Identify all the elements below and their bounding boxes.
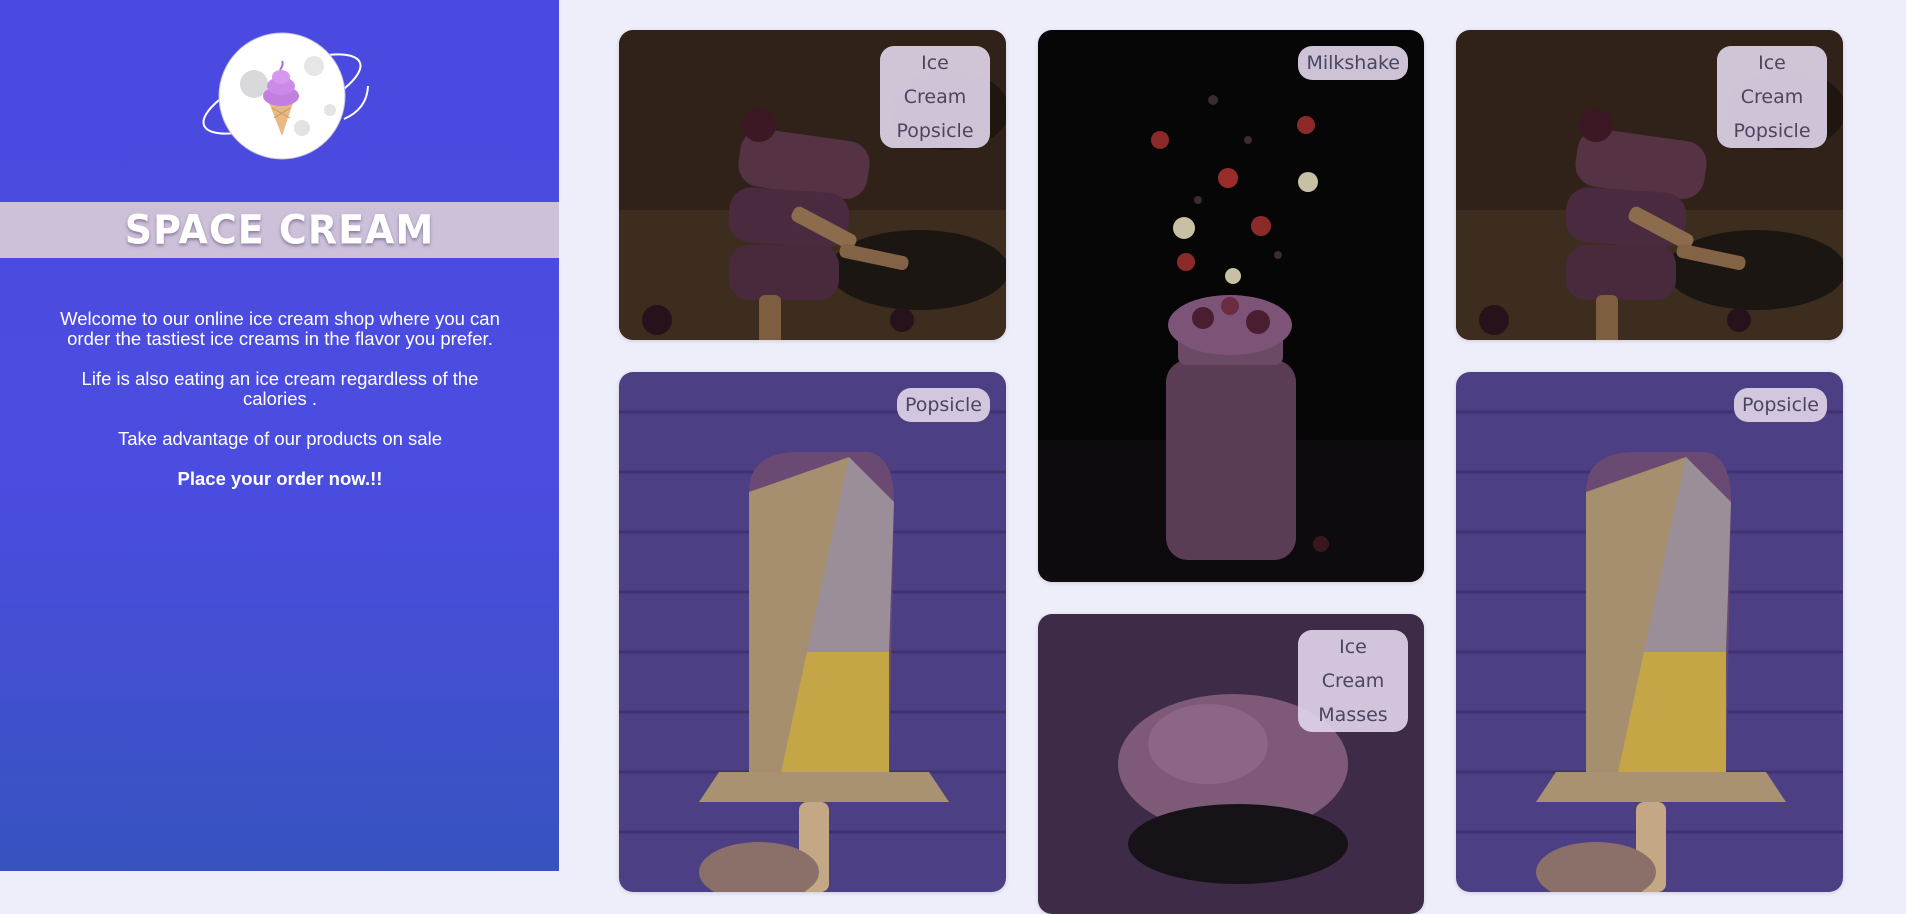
product-card-milkshake[interactable]: Milkshake	[1038, 30, 1424, 582]
product-tag: Popsicle	[896, 388, 990, 422]
berry-milkshake-image	[1038, 30, 1424, 582]
intro-text: Welcome to our online ice cream shop whe…	[60, 309, 500, 509]
sidebar: SPACE CREAM Welcome to our online ice cr…	[0, 0, 559, 871]
brand-banner: SPACE CREAM	[0, 202, 559, 258]
nut-popsicle-image	[1456, 372, 1843, 892]
order-cta: Place your order now.!!	[177, 468, 383, 489]
brand-title: SPACE CREAM	[124, 206, 435, 254]
intro-paragraph-sale: Take advantage of our products on sale	[118, 428, 442, 449]
intro-paragraph-calories: Life is also eating an ice cream regardl…	[81, 368, 479, 409]
nut-popsicle-image	[619, 372, 1006, 892]
product-card-ice-cream-popsicle[interactable]: Ice Cream Popsicle	[1456, 30, 1843, 340]
product-card-popsicle[interactable]: Popsicle	[619, 372, 1006, 892]
product-tag: Milkshake	[1298, 46, 1408, 80]
product-card-popsicle[interactable]: Popsicle	[1456, 372, 1843, 892]
ice-cream-planet-logo[interactable]	[192, 24, 372, 164]
product-card-ice-cream-masses[interactable]: Ice Cream Masses	[1038, 614, 1424, 914]
product-tag: Ice Cream Popsicle	[1717, 46, 1827, 148]
intro-paragraph-welcome: Welcome to our online ice cream shop whe…	[60, 308, 500, 349]
product-tag: Ice Cream Popsicle	[880, 46, 990, 148]
product-tag: Ice Cream Masses	[1298, 630, 1408, 732]
product-tag: Popsicle	[1733, 388, 1827, 422]
product-card-ice-cream-popsicle[interactable]: Ice Cream Popsicle	[619, 30, 1006, 340]
